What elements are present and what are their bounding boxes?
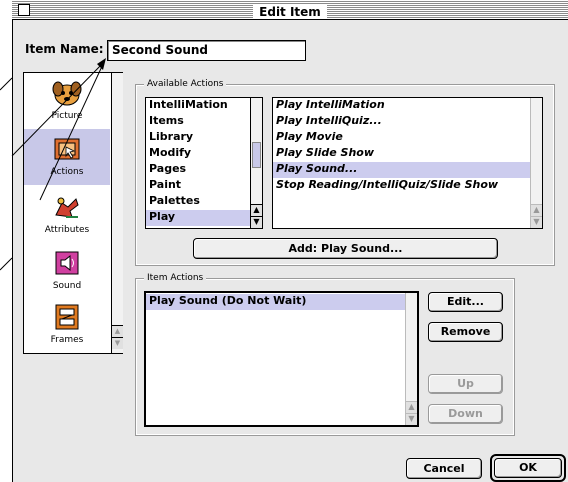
remove-button[interactable]: Remove (428, 322, 503, 342)
list-item-selected[interactable]: Play Sound (Do Not Wait) (146, 294, 405, 310)
category-list-scrollbar[interactable]: ▲ ▼ (250, 98, 262, 228)
scroll-down-arrow-icon[interactable]: ▼ (406, 413, 417, 425)
category-scrollbar[interactable]: ▲ ▼ (111, 73, 123, 353)
category-frames[interactable]: Frames (24, 299, 110, 351)
scroll-up-arrow-icon[interactable]: ▲ (112, 325, 123, 337)
cancel-button[interactable]: Cancel (406, 458, 482, 479)
category-navigator: ▲ ▼ Picture Actions Attributes Sound Fra… (23, 72, 123, 354)
category-label: Picture (51, 111, 83, 121)
scroll-up-arrow-icon[interactable]: ▲ (406, 401, 417, 413)
item-name-field[interactable]: Second Sound (107, 40, 306, 61)
move-up-button[interactable]: Up (428, 374, 503, 394)
move-down-button[interactable]: Down (428, 404, 503, 424)
title-bar[interactable]: Edit Item (12, 0, 568, 20)
speaker-icon (55, 251, 79, 275)
action-list-scrollbar[interactable]: ▲ ▼ (530, 98, 542, 228)
edit-button[interactable]: Edit... (428, 292, 503, 312)
list-item[interactable]: Palettes (146, 194, 262, 210)
category-attributes[interactable]: Attributes (24, 189, 110, 245)
scroll-down-arrow-icon[interactable]: ▼ (251, 216, 262, 228)
ok-button[interactable]: OK (494, 458, 562, 478)
list-item-selected[interactable]: Play (146, 210, 262, 226)
category-label: Actions (50, 167, 84, 177)
list-item[interactable]: Play Movie (273, 130, 542, 146)
list-item[interactable]: Library (146, 130, 262, 146)
actions-pointer-icon (54, 138, 80, 160)
list-item[interactable]: Pages (146, 162, 262, 178)
add-action-button[interactable]: Add: Play Sound... (193, 238, 498, 259)
list-item[interactable]: Paint (146, 178, 262, 194)
item-actions-scrollbar[interactable]: ▲ ▼ (405, 293, 417, 425)
item-name-label: Item Name: (25, 42, 104, 56)
list-item[interactable]: Play Slide Show (273, 146, 542, 162)
item-actions-label: Item Actions (144, 273, 207, 283)
available-actions-label: Available Actions (144, 79, 227, 89)
category-label: Frames (50, 335, 84, 345)
attributes-bird-icon (55, 197, 79, 218)
list-item[interactable]: Stop Reading/IntelliQuiz/Slide Show (273, 178, 542, 194)
scroll-down-arrow-icon[interactable]: ▼ (112, 337, 123, 349)
window-title: Edit Item (253, 5, 327, 19)
film-frames-icon (55, 304, 79, 330)
scroll-up-arrow-icon[interactable]: ▲ (531, 204, 542, 216)
scroll-up-arrow-icon[interactable]: ▲ (251, 204, 262, 216)
action-category-list[interactable]: IntelliMation Items Library Modify Pages… (145, 97, 263, 229)
scroll-down-arrow-icon[interactable]: ▼ (531, 216, 542, 228)
category-label: Attributes (44, 225, 90, 235)
picture-dog-icon (52, 81, 82, 106)
list-item[interactable]: IntelliMation (146, 98, 262, 114)
list-item[interactable]: Modify (146, 146, 262, 162)
scroll-thumb[interactable] (252, 142, 261, 168)
action-list[interactable]: Play IntelliMation Play IntelliQuiz... P… (272, 97, 543, 229)
item-actions-list[interactable]: Play Sound (Do Not Wait) ▲ ▼ (144, 291, 419, 427)
list-item[interactable]: Items (146, 114, 262, 130)
category-sound[interactable]: Sound (24, 245, 110, 297)
list-item-selected[interactable]: Play Sound... (273, 162, 530, 178)
category-actions[interactable]: Actions (24, 129, 110, 185)
category-picture[interactable]: Picture (24, 73, 110, 125)
list-item[interactable]: Play IntelliQuiz... (273, 114, 542, 130)
category-label: Sound (52, 281, 82, 291)
default-button-ring: OK (490, 454, 566, 482)
list-item[interactable]: Play IntelliMation (273, 98, 542, 114)
